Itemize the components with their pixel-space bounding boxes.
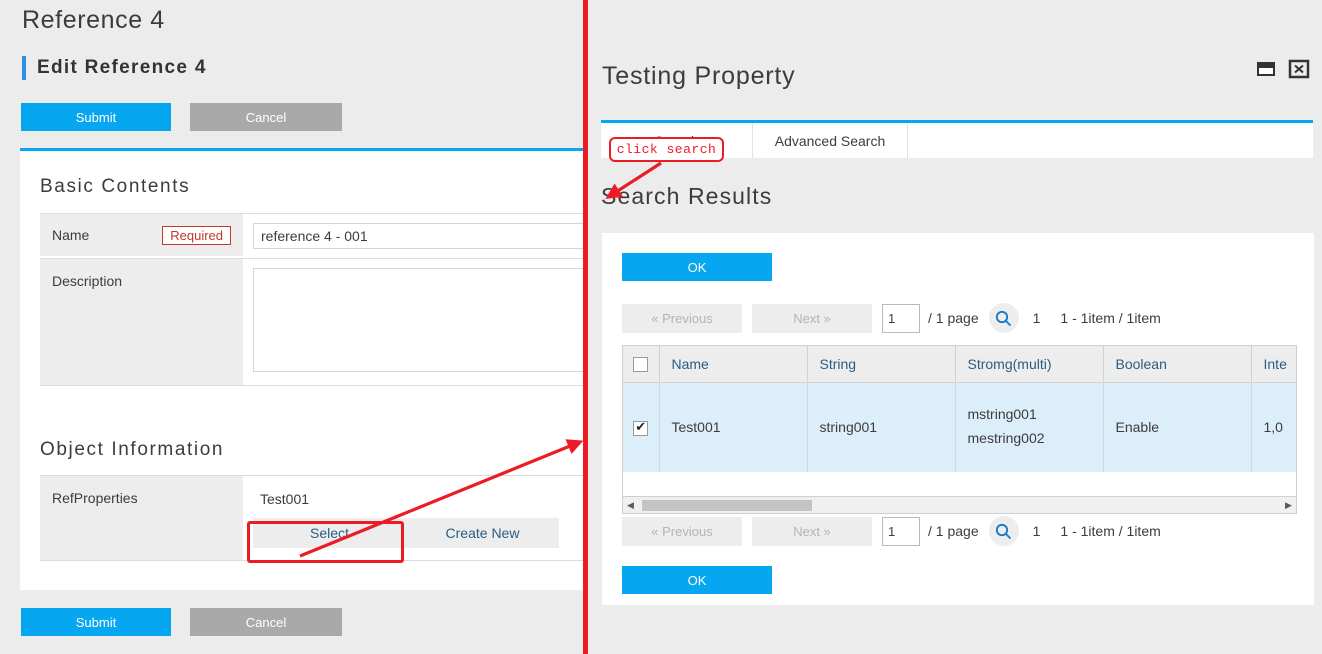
cell-stromg-multi-line2: mestring002 [967, 430, 1045, 447]
name-label: Name [52, 227, 90, 243]
ok-button-bottom[interactable]: OK [622, 566, 772, 594]
current-page-label-top: 1 [1032, 310, 1041, 326]
close-window-icon[interactable] [1288, 58, 1310, 80]
description-label: Description [52, 273, 123, 289]
name-row: Name Required [40, 214, 585, 259]
column-header-integer[interactable]: Inte [1251, 346, 1296, 383]
pagination-bottom: « Previous Next » / 1 page 1 1 - 1item /… [622, 516, 1161, 546]
search-results-card: OK « Previous Next » / 1 page 1 1 - 1ite… [602, 233, 1314, 605]
column-header-string[interactable]: String [807, 346, 956, 383]
page-number-input-bottom[interactable] [882, 516, 920, 546]
row-checkbox[interactable] [633, 419, 649, 436]
name-label-cell: Name Required [40, 214, 243, 256]
cell-boolean: Enable [1103, 382, 1252, 472]
column-header-boolean[interactable]: Boolean [1103, 346, 1252, 383]
refproperties-label: RefProperties [52, 490, 138, 506]
search-icon-bottom[interactable] [988, 516, 1019, 546]
page-title: Reference 4 [22, 6, 165, 34]
scroll-right-icon[interactable]: ▶ [1281, 500, 1296, 511]
select-all-checkbox[interactable] [633, 357, 649, 373]
next-button-bottom[interactable]: Next » [752, 516, 872, 546]
column-header-name[interactable]: Name [659, 346, 808, 383]
search-icon-top[interactable] [988, 303, 1019, 333]
select-button-highlight [247, 521, 404, 563]
restore-window-icon[interactable] [1255, 58, 1277, 80]
table-row[interactable]: Test001 string001 mstring001 mestring002… [623, 382, 1296, 472]
cell-stromg-multi-line1: mstring001 [967, 406, 1037, 423]
required-badge: Required [162, 225, 231, 245]
submit-button-bottom[interactable]: Submit [21, 608, 171, 636]
description-value-cell [243, 259, 585, 385]
refproperties-label-cell: RefProperties [40, 476, 243, 560]
dialog-title: Testing Property [602, 62, 796, 90]
item-range-label-bottom: 1 - 1item / 1item [1060, 523, 1161, 539]
description-label-cell: Description [40, 259, 243, 385]
current-page-label-bottom: 1 [1032, 523, 1041, 539]
basic-contents-table: Name Required Description [40, 213, 585, 386]
object-information-title: Object Information [40, 439, 225, 460]
previous-button-bottom[interactable]: « Previous [622, 516, 742, 546]
cancel-button-top[interactable]: Cancel [190, 103, 342, 131]
cancel-button-bottom[interactable]: Cancel [190, 608, 342, 636]
cell-integer: 1,0 [1251, 382, 1296, 472]
cell-stromg-multi: mstring001 mestring002 [955, 382, 1104, 472]
previous-button-top[interactable]: « Previous [622, 303, 742, 333]
name-input[interactable] [253, 223, 585, 249]
pagination-top: « Previous Next » / 1 page 1 1 - 1item /… [622, 303, 1161, 333]
row-select-cell [623, 382, 660, 472]
testing-property-dialog: Testing Property Search Advanced Search … [588, 0, 1322, 654]
name-value-cell [243, 214, 585, 258]
select-all-header [623, 346, 660, 383]
basic-contents-title: Basic Contents [40, 176, 191, 197]
create-new-button[interactable]: Create New [406, 518, 559, 548]
description-textarea[interactable] [253, 268, 585, 372]
table-header-row: Name String Stromg(multi) Boolean Inte [623, 346, 1296, 383]
window-controls [1255, 58, 1310, 80]
refproperties-input[interactable] [253, 485, 585, 512]
section-heading-label: Edit Reference 4 [37, 57, 207, 78]
page-number-input-top[interactable] [882, 303, 920, 333]
submit-button-top[interactable]: Submit [21, 103, 171, 131]
next-button-top[interactable]: Next » [752, 303, 872, 333]
cell-name: Test001 [659, 382, 808, 472]
results-grid: Name String Stromg(multi) Boolean Inte ✔… [622, 345, 1297, 497]
item-range-label-top: 1 - 1item / 1item [1060, 310, 1161, 326]
section-heading: Edit Reference 4 [22, 56, 207, 80]
column-header-stromg-multi[interactable]: Stromg(multi) [955, 346, 1104, 383]
scrollbar-track[interactable] [638, 498, 1281, 513]
grid-horizontal-scrollbar[interactable]: ◀ ▶ [622, 497, 1297, 514]
scrollbar-thumb[interactable] [642, 499, 812, 511]
results-table: Name String Stromg(multi) Boolean Inte ✔… [623, 346, 1296, 472]
tab-advanced-search[interactable]: Advanced Search [753, 123, 908, 158]
page-total-label-top: / 1 page [928, 310, 979, 326]
tab-filler [908, 123, 1313, 158]
search-results-title: Search Results [601, 183, 773, 209]
click-search-annotation: click search [609, 137, 724, 162]
description-row: Description [40, 259, 585, 385]
panel-divider [583, 0, 588, 654]
ok-button-top[interactable]: OK [622, 253, 772, 281]
accent-bar-icon [22, 56, 26, 80]
cell-string: string001 [807, 382, 956, 472]
scroll-left-icon[interactable]: ◀ [623, 500, 638, 511]
page-total-label-bottom: / 1 page [928, 523, 979, 539]
